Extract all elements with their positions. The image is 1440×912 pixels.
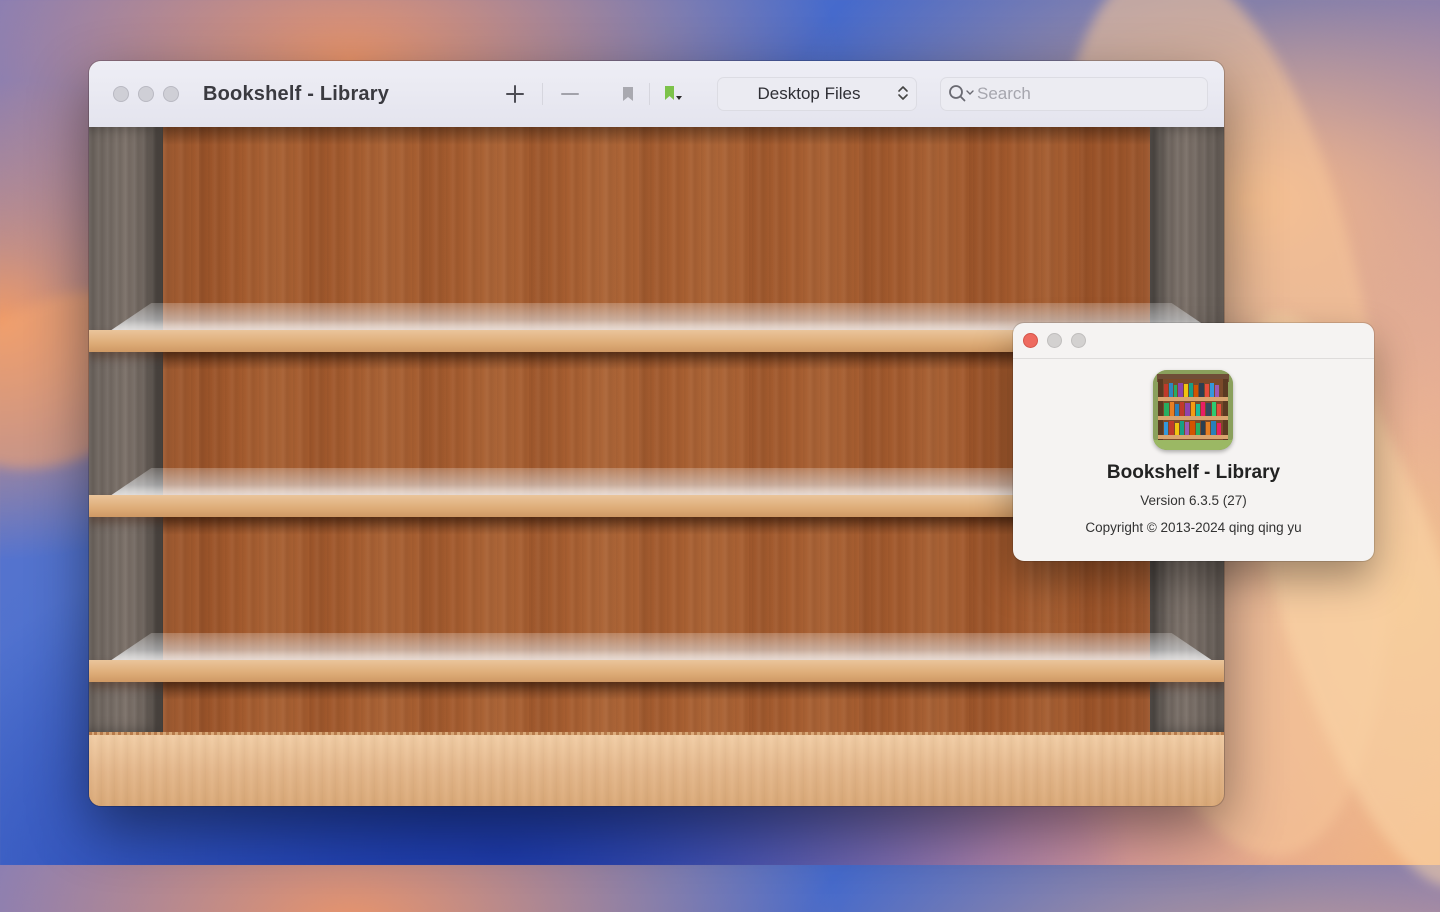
zoom-window-button[interactable] [163,86,179,102]
window-title: Bookshelf - Library [203,82,390,105]
source-popup-value: Desktop Files [757,84,861,103]
source-popup-button[interactable]: Desktop Files [717,77,917,111]
about-window: Bookshelf - Library Version 6.3.5 (27) C… [1013,323,1374,561]
shelf-shadow [163,682,1150,700]
remove-book-button[interactable] [559,79,581,109]
search-input[interactable] [977,84,1177,104]
shelf-base [89,732,1224,806]
search-field[interactable] [940,77,1208,111]
window-controls [113,86,179,102]
bookmark-menu-icon [665,86,682,100]
search-icon[interactable] [947,83,977,105]
about-app-name: Bookshelf - Library [1106,462,1281,483]
chevron-up-down-icon [890,84,916,104]
bookshelf-app-icon [1153,370,1233,450]
plus-icon [506,85,524,103]
toolbar-separator [542,83,543,105]
bookmark-button[interactable] [620,79,636,109]
shelf-shadow [163,352,1150,370]
zoom-about-button[interactable] [1071,333,1086,348]
about-title-bar [1013,323,1374,359]
bookmark-menu-button[interactable] [663,79,685,109]
glass-shelf-3 [107,633,1216,663]
toolbar-separator [649,83,650,105]
close-about-button[interactable] [1023,333,1038,348]
shelf-plank-3 [89,660,1224,682]
close-window-button[interactable] [113,86,129,102]
add-book-button[interactable] [503,79,527,109]
minimize-about-button[interactable] [1047,333,1062,348]
minimize-window-button[interactable] [138,86,154,102]
minus-icon [561,93,579,95]
bookmark-icon [623,87,633,101]
shelf-shadow [163,127,1150,145]
title-bar: Bookshelf - Library Desktop Files [89,61,1224,128]
shelf-shadow [163,517,1150,535]
about-copyright: Copyright © 2013-2024 qing qing yu [1085,520,1302,535]
about-version: Version 6.3.5 (27) [1140,493,1247,508]
